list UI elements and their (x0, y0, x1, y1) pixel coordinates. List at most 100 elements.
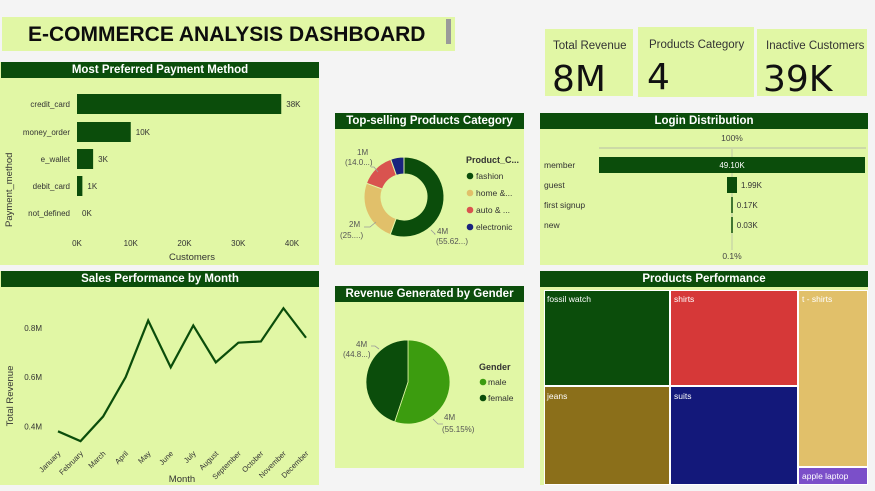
legend-marker (479, 394, 487, 402)
y-tick-label: 0.8M (24, 324, 42, 333)
x-tick-label: July (182, 449, 198, 465)
legend-label[interactable]: auto & ... (476, 205, 510, 215)
treemap-cell[interactable]: suits (670, 386, 798, 485)
category-label: first signup (544, 200, 585, 210)
legend-label[interactable]: fashion (476, 171, 504, 181)
data-label: 0.17K (737, 201, 759, 210)
payment-method-panel[interactable]: Most Preferred Payment Method Payment_me… (0, 62, 319, 265)
slice-label: 4M (444, 413, 455, 422)
data-label: 10K (136, 128, 151, 137)
slice-label: 2M (349, 220, 360, 229)
x-tick-label: May (136, 449, 153, 466)
data-label: 3K (98, 155, 108, 164)
treemap-cell[interactable]: jeans (544, 386, 670, 485)
slice-label-pct: (55.62...) (436, 237, 468, 246)
legend-label[interactable]: male (488, 377, 507, 387)
treemap-cell[interactable]: shirts (670, 290, 798, 386)
category-label: e_wallet (41, 155, 71, 164)
kpi-value: 39K (763, 59, 833, 100)
kpi-inactive-customers[interactable]: Inactive Customers 39K (757, 29, 867, 100)
legend-marker (466, 206, 474, 214)
kpi-value: 4 (647, 57, 670, 98)
treemap-label: suits (674, 391, 692, 401)
legend-title: Product_C... (466, 155, 519, 165)
bar[interactable] (77, 122, 131, 142)
gender-chart: 4M (44.8...) 4M (55.15%) Gender male fema… (343, 339, 514, 434)
x-tick-label: February (57, 449, 85, 477)
legend-label[interactable]: home &... (476, 188, 512, 198)
data-label: 1K (87, 182, 97, 191)
y-axis-title: Total Revenue (5, 366, 16, 427)
slice-label: 4M (437, 227, 448, 236)
data-label: 49.10K (719, 161, 745, 170)
kpi-label: Total Revenue (553, 40, 627, 52)
treemap-label: jeans (547, 391, 568, 401)
treemap-label: apple laptop (802, 471, 849, 481)
payment-chart: Payment_method Customers credit_cardmone… (4, 94, 301, 263)
tick-label: 10K (124, 239, 139, 248)
legend-marker (466, 172, 474, 180)
category-label: guest (544, 180, 565, 190)
category-label: debit_card (33, 182, 70, 191)
treemap-label: fossil watch (547, 294, 591, 304)
treemap-cell[interactable]: apple laptop (798, 467, 868, 485)
panel-title: Products Performance (540, 271, 868, 287)
y-tick-label: 0.4M (24, 422, 42, 431)
tick-label: 20K (177, 239, 192, 248)
kpi-value: 8M (552, 59, 606, 100)
treemap-label: t - shirts (802, 294, 833, 304)
category-label: credit_card (30, 100, 70, 109)
data-label: 0.03K (737, 221, 759, 230)
kpi-total-revenue[interactable]: Total Revenue 8M (545, 29, 633, 100)
data-label: 1.99K (741, 181, 763, 190)
data-label: 38K (286, 100, 301, 109)
funnel-bar[interactable] (731, 197, 733, 213)
treemap-label: shirts (674, 294, 695, 304)
legend-marker (479, 378, 487, 386)
treemap-cell[interactable]: fossil watch (544, 290, 670, 386)
products-performance-panel[interactable]: Products Performance fossil watch shirts… (540, 271, 868, 485)
bar[interactable] (77, 149, 94, 169)
treemap-cell[interactable]: t - shirts (798, 290, 868, 467)
legend-label[interactable]: female (488, 393, 514, 403)
kpi-label: Inactive Customers (766, 40, 865, 52)
slice-label-pct: (14.0...) (345, 158, 373, 167)
slice-label: 4M (356, 340, 367, 349)
x-axis-title: Customers (169, 252, 215, 263)
y-tick-label: 0.6M (24, 373, 42, 382)
category-label: not_defined (28, 209, 70, 218)
kpi-products-category[interactable]: Products Category 4 (638, 27, 754, 98)
legend-marker (466, 223, 474, 231)
login-chart: 100% 0.1% member guest first signup new 49.1… (544, 133, 866, 261)
slice-label: 1M (357, 148, 368, 157)
x-tick-label: June (157, 449, 175, 467)
slice-label-pct: (25....) (340, 231, 363, 240)
legend-marker (466, 189, 474, 197)
y-axis-title: Payment_method (4, 153, 15, 227)
category-chart: 4M (55.62...) 2M (25....) 1M (14.0...) P… (340, 148, 519, 246)
top-category-panel[interactable]: Top-selling Products Category 4M (55.62.… (335, 113, 524, 265)
title-scroll-handle[interactable] (446, 19, 451, 44)
sales-chart: Total Revenue Month 0.8M0.6M0.4MJanuaryF… (5, 306, 311, 485)
bar[interactable] (77, 94, 282, 114)
funnel-bar[interactable] (731, 217, 733, 233)
category-label: new (544, 220, 560, 230)
slice-label-pct: (44.8...) (343, 350, 371, 359)
tick-label: 30K (231, 239, 246, 248)
sales-performance-panel[interactable]: Sales Performance by Month Total Revenue… (0, 271, 319, 485)
funnel-bar[interactable] (727, 177, 737, 193)
x-axis-title: Month (169, 474, 195, 485)
tick-label: 40K (285, 239, 300, 248)
bar[interactable] (77, 176, 83, 196)
gender-revenue-panel[interactable]: Revenue Generated by Gender 4M (44.8...)… (335, 286, 524, 468)
x-tick-label: April (113, 449, 130, 466)
funnel-top-label: 100% (721, 133, 743, 143)
login-distribution-panel[interactable]: Login Distribution 100% 0.1% member guest… (540, 113, 868, 265)
sales-line (57, 306, 307, 443)
category-label: member (544, 160, 575, 170)
legend-title: Gender (479, 362, 511, 372)
funnel-bottom-label: 0.1% (722, 251, 742, 261)
legend-label[interactable]: electronic (476, 222, 513, 232)
slice-label-pct: (55.15%) (442, 425, 475, 434)
category-label: money_order (23, 128, 70, 137)
